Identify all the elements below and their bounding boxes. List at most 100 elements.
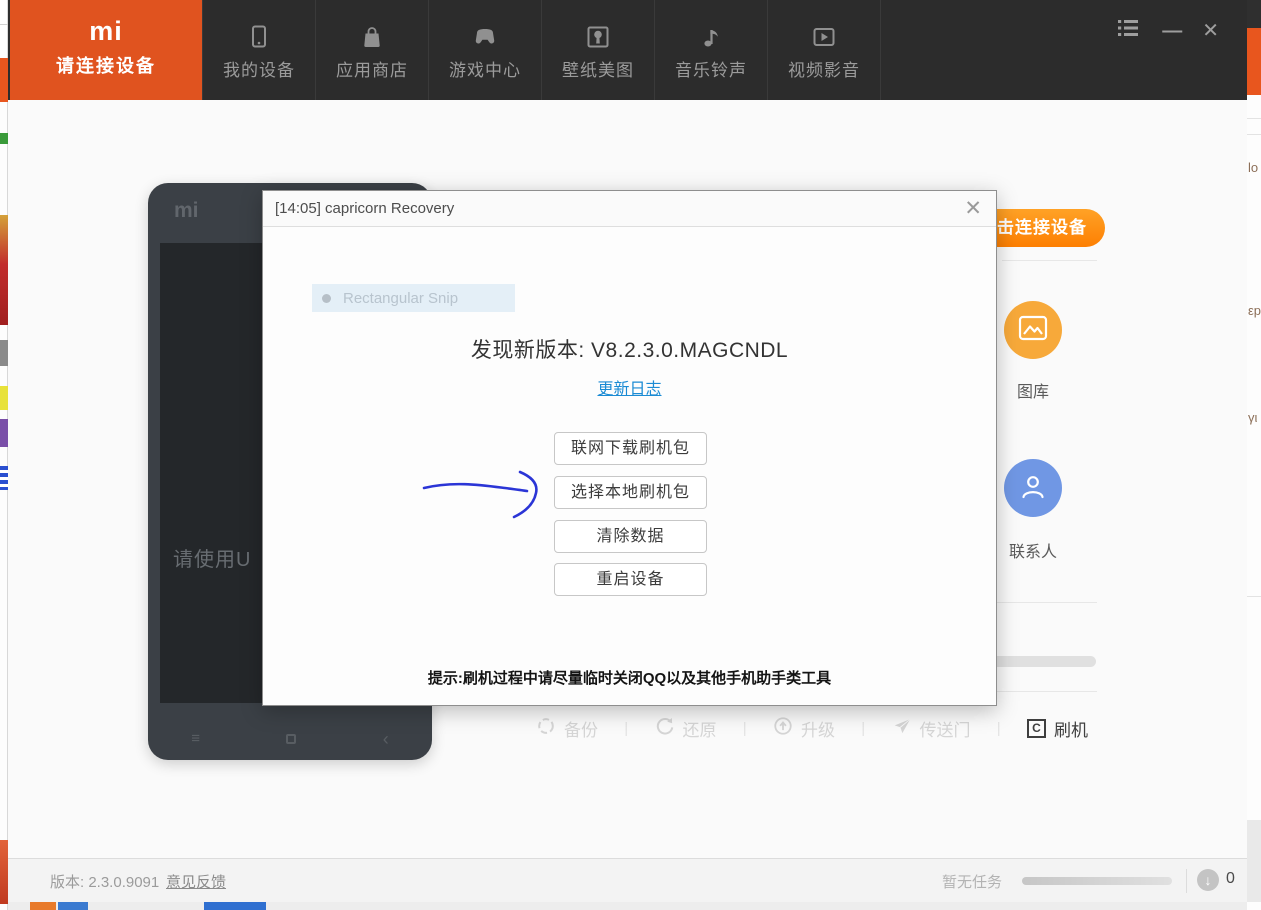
contact-person-icon <box>1018 471 1048 506</box>
background-fragment <box>0 340 8 366</box>
tab-label: 我的设备 <box>223 61 295 80</box>
phone-icon <box>203 24 315 52</box>
portal-button[interactable]: 传送门 <box>892 716 971 741</box>
background-fragment <box>30 902 56 910</box>
shopping-bag-icon <box>316 24 428 52</box>
background-fragment <box>0 58 8 102</box>
phone-back-icon: ‹ <box>382 729 389 749</box>
minimize-button[interactable]: — <box>1162 20 1182 42</box>
music-note-icon <box>655 24 767 52</box>
download-queue-icon[interactable]: ↓ <box>1197 869 1219 891</box>
divider <box>1002 260 1097 261</box>
dialog-close-icon[interactable]: ✕ <box>964 196 982 221</box>
background-fragment <box>0 386 8 410</box>
background-text-fragment: lo <box>1248 160 1259 175</box>
phone-home-icon <box>286 734 297 744</box>
changelog-link[interactable]: 更新日志 <box>597 381 661 398</box>
screen: lo εp γι mi 请连接设备 我的设备 应用商店 游戏中心 壁纸美图 音乐… <box>0 0 1261 910</box>
background-window-right-edge: lo εp γι <box>1247 0 1261 910</box>
flash-tip-text: 提示:刷机过程中请尽量临时关闭QQ以及其他手机助手类工具 <box>427 670 832 687</box>
paper-plane-icon <box>892 716 912 741</box>
picture-icon <box>542 24 654 52</box>
phone-menu-icon: ≡ <box>191 730 200 747</box>
toolbar-label: 还原 <box>682 720 717 740</box>
recovery-dialog: [14:05] capricorn Recovery ✕ Rectangular… <box>262 190 997 706</box>
tab-video[interactable]: 视频影音 <box>767 0 880 100</box>
background-fragment <box>204 902 266 910</box>
background-fragment <box>1247 118 1261 119</box>
background-fragment <box>0 133 8 144</box>
menu-list-icon[interactable] <box>1116 18 1140 43</box>
close-button[interactable]: ✕ <box>1202 20 1219 42</box>
background-fragment <box>0 24 8 25</box>
select-local-rom-button[interactable]: 选择本地刷机包 <box>554 476 707 509</box>
mi-logo: mi <box>89 16 123 46</box>
phone-mi-logo: mi <box>174 199 199 222</box>
tab-my-device[interactable]: 我的设备 <box>202 0 315 100</box>
snip-tooltip-overlay: Rectangular Snip <box>312 284 515 312</box>
divider <box>990 691 1097 692</box>
tab-label: 请连接设备 <box>56 56 156 76</box>
toolbar-separator: | <box>996 719 1001 737</box>
statusbar-divider <box>1186 869 1187 893</box>
tab-app-store[interactable]: 应用商店 <box>315 0 428 100</box>
toolbar-label: 备份 <box>564 720 598 740</box>
tab-label: 音乐铃声 <box>675 61 747 80</box>
task-progress-bar <box>1022 877 1172 885</box>
app-version-text: 版本: 2.3.0.9091 <box>50 874 160 891</box>
top-navbar: mi 请连接设备 我的设备 应用商店 游戏中心 壁纸美图 音乐铃声 视频影音 —… <box>8 0 1247 100</box>
flash-button[interactable]: C 刷机 <box>1027 716 1088 741</box>
background-window-left-edge <box>0 0 8 910</box>
window-controls: — ✕ <box>1116 18 1219 43</box>
backup-icon <box>536 716 556 741</box>
toolbar-label: 传送门 <box>919 720 971 740</box>
upgrade-button[interactable]: 升级 <box>773 716 835 741</box>
tab-label: 视频影音 <box>788 61 860 80</box>
backup-button[interactable]: 备份 <box>536 716 598 741</box>
mi-suite-window: mi 请连接设备 我的设备 应用商店 游戏中心 壁纸美图 音乐铃声 视频影音 —… <box>8 0 1247 902</box>
tab-game-center[interactable]: 游戏中心 <box>428 0 541 100</box>
background-fragment <box>58 902 88 910</box>
background-fragment <box>1247 820 1261 902</box>
dialog-title: [14:05] capricorn Recovery <box>275 200 455 217</box>
status-bar: 版本: 2.3.0.9091 意见反馈 暂无任务 ↓ 0 <box>8 858 1247 902</box>
feedback-link[interactable]: 意见反馈 <box>166 871 226 892</box>
restore-icon <box>655 716 675 741</box>
tab-connect-device[interactable]: mi 请连接设备 <box>10 0 202 100</box>
background-text-fragment: γι <box>1248 410 1258 425</box>
background-text-fragment: εp <box>1248 303 1261 318</box>
gamepad-icon <box>429 24 541 52</box>
tab-label: 游戏中心 <box>449 61 521 80</box>
new-version-headline: 发现新版本: V8.2.3.0.MAGCNDL <box>470 339 789 362</box>
gallery-label[interactable]: 图库 <box>993 378 1073 402</box>
reboot-device-button[interactable]: 重启设备 <box>554 563 707 596</box>
gallery-icon <box>1018 315 1048 346</box>
tab-wallpapers[interactable]: 壁纸美图 <box>541 0 654 100</box>
restore-button[interactable]: 还原 <box>655 716 717 741</box>
tab-music-ringtones[interactable]: 音乐铃声 <box>654 0 767 100</box>
flash-icon: C <box>1027 718 1046 738</box>
navbar-divider <box>880 0 881 100</box>
toolbar-separator: | <box>742 719 747 737</box>
dialog-titlebar[interactable]: [14:05] capricorn Recovery ✕ <box>263 191 996 227</box>
snip-dot-icon <box>322 293 331 303</box>
contacts-label[interactable]: 联系人 <box>993 538 1073 562</box>
background-fragment <box>1247 28 1261 95</box>
video-play-icon <box>768 24 880 52</box>
divider <box>990 602 1097 603</box>
download-rom-online-button[interactable]: 联网下载刷机包 <box>554 432 707 465</box>
contacts-button[interactable] <box>1004 459 1062 517</box>
background-fragment <box>1247 134 1261 135</box>
feature-toolbar: 备份 | 还原 | 升级 | 传送门 | C 刷机 <box>536 711 1088 745</box>
toolbar-label: 刷机 <box>1054 720 1088 740</box>
background-fragment <box>1247 596 1261 597</box>
tab-label: 壁纸美图 <box>562 61 634 80</box>
snip-label: Rectangular Snip <box>343 289 459 307</box>
background-window-bottom-edge <box>8 902 1247 910</box>
gallery-button[interactable] <box>1004 301 1062 359</box>
tab-label: 应用商店 <box>336 61 408 80</box>
background-fragment <box>0 466 8 490</box>
background-fragment <box>0 215 8 325</box>
changelog-link-row: 更新日志 <box>263 375 996 399</box>
clear-data-button[interactable]: 清除数据 <box>554 520 707 553</box>
